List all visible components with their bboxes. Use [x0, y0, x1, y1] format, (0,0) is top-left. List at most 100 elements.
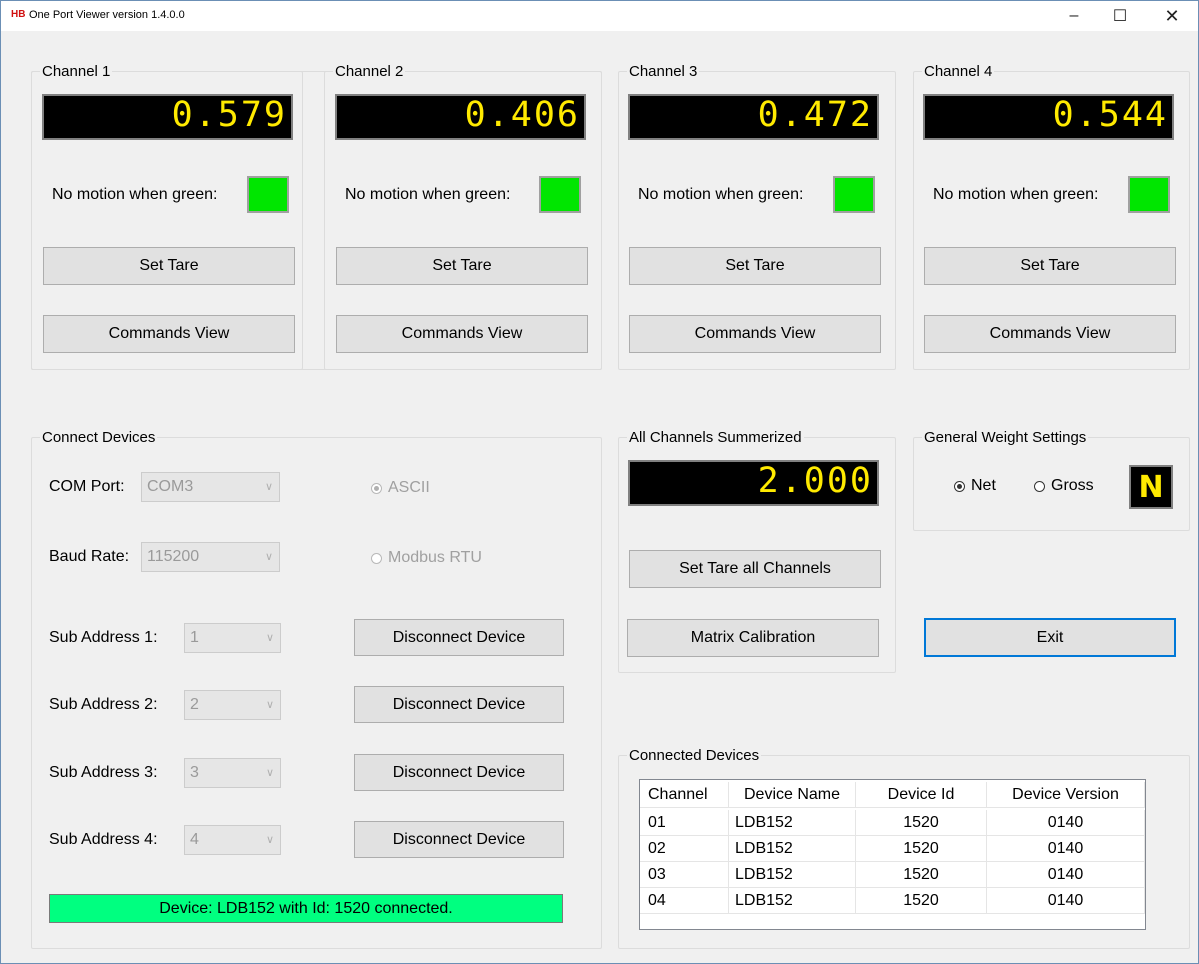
column-header[interactable]: Device Name	[729, 782, 856, 808]
channel-2-display: 0.406	[335, 94, 586, 140]
maximize-button[interactable]: ☐	[1097, 1, 1143, 31]
ascii-radio[interactable]: ASCII	[371, 479, 430, 497]
connect-devices-title: Connect Devices	[40, 429, 158, 447]
channel-1-set-tare-button[interactable]: Set Tare	[43, 247, 295, 285]
channel-3-display: 0.472	[628, 94, 879, 140]
channel-2-title: Channel 2	[333, 63, 406, 81]
table-cell: 01	[640, 810, 729, 836]
sub-address-4-label: Sub Address 4:	[49, 831, 158, 848]
table-cell: 0140	[987, 810, 1145, 836]
chevron-down-icon: ∨	[265, 767, 274, 779]
app-window: HB One Port Viewer version 1.4.0.0 – ☐ ✕…	[0, 0, 1199, 964]
table-cell: 1520	[856, 810, 987, 836]
gross-radio[interactable]: Gross	[1034, 477, 1094, 495]
sub-address-2-select[interactable]: 2 ∨	[184, 690, 281, 720]
sub-address-1-value: 1	[190, 629, 199, 646]
table-cell: 1520	[856, 862, 987, 888]
table-row[interactable]: 03 LDB152 1520 0140	[640, 862, 1145, 888]
sub-address-3-label: Sub Address 3:	[49, 764, 158, 781]
radio-unchecked-icon	[371, 552, 382, 564]
disconnect-device-2-button[interactable]: Disconnect Device	[354, 686, 564, 723]
minimize-icon: –	[1069, 7, 1079, 24]
weight-settings-title: General Weight Settings	[922, 429, 1089, 447]
channel-1-display: 0.579	[42, 94, 293, 140]
baud-rate-label: Baud Rate:	[49, 548, 130, 565]
radio-checked-icon	[954, 480, 965, 492]
channel-3-motion-indicator	[833, 176, 875, 213]
channel-4-motion-indicator	[1128, 176, 1170, 213]
channel-2-motion-indicator	[539, 176, 581, 213]
chevron-down-icon: ∨	[265, 834, 274, 846]
window-title: One Port Viewer version 1.4.0.0	[29, 9, 185, 21]
gross-label: Gross	[1051, 477, 1094, 494]
column-header[interactable]: Device Version	[987, 782, 1145, 808]
sub-address-2-label: Sub Address 2:	[49, 696, 158, 713]
summary-display: 2.000	[628, 460, 879, 506]
baud-rate-select[interactable]: 115200 ∨	[141, 542, 280, 572]
table-row[interactable]: 04 LDB152 1520 0140	[640, 888, 1145, 914]
table-cell: LDB152	[729, 810, 856, 836]
table-cell: LDB152	[729, 836, 856, 862]
sub-address-1-label: Sub Address 1:	[49, 629, 158, 646]
table-cell: 0140	[987, 888, 1145, 914]
set-tare-all-channels-button[interactable]: Set Tare all Channels	[629, 550, 881, 588]
column-header[interactable]: Channel	[640, 782, 729, 808]
table-cell: 1520	[856, 836, 987, 862]
channel-2-commands-view-button[interactable]: Commands View	[336, 315, 588, 353]
channel-4-display: 0.544	[923, 94, 1174, 140]
chevron-down-icon: ∨	[265, 699, 274, 711]
chevron-down-icon: ∨	[264, 551, 273, 563]
radio-checked-icon	[371, 482, 382, 494]
channel-1-motion-indicator	[247, 176, 289, 213]
modbus-rtu-radio[interactable]: Modbus RTU	[371, 549, 482, 567]
title-bar: HB One Port Viewer version 1.4.0.0 – ☐ ✕	[1, 1, 1198, 31]
minimize-button[interactable]: –	[1051, 1, 1097, 31]
connection-status-bar: Device: LDB152 with Id: 1520 connected.	[49, 894, 563, 923]
connected-devices-table[interactable]: Channel Device Name Device Id Device Ver…	[639, 779, 1146, 930]
sub-address-3-select[interactable]: 3 ∨	[184, 758, 281, 788]
channel-4-title: Channel 4	[922, 63, 995, 81]
net-radio[interactable]: Net	[954, 477, 996, 495]
exit-button[interactable]: Exit	[924, 618, 1176, 657]
sub-address-1-select[interactable]: 1 ∨	[184, 623, 281, 653]
disconnect-device-3-button[interactable]: Disconnect Device	[354, 754, 564, 791]
matrix-calibration-button[interactable]: Matrix Calibration	[627, 619, 879, 657]
close-button[interactable]: ✕	[1149, 1, 1195, 31]
table-cell: LDB152	[729, 862, 856, 888]
radio-unchecked-icon	[1034, 480, 1045, 492]
com-port-select[interactable]: COM3 ∨	[141, 472, 280, 502]
com-port-value: COM3	[147, 478, 194, 495]
table-row[interactable]: 01 LDB152 1520 0140	[640, 810, 1145, 836]
channel-3-motion-label: No motion when green:	[638, 186, 804, 203]
channel-3-set-tare-button[interactable]: Set Tare	[629, 247, 881, 285]
app-logo: HB	[11, 9, 26, 20]
ascii-label: ASCII	[388, 479, 430, 496]
sub-address-2-value: 2	[190, 696, 199, 713]
table-cell: LDB152	[729, 888, 856, 914]
disconnect-device-1-button[interactable]: Disconnect Device	[354, 619, 564, 656]
column-header[interactable]: Device Id	[856, 782, 987, 808]
disconnect-device-4-button[interactable]: Disconnect Device	[354, 821, 564, 858]
channel-1-title: Channel 1	[40, 63, 113, 81]
channel-3-commands-view-button[interactable]: Commands View	[629, 315, 881, 353]
sub-address-4-value: 4	[190, 831, 199, 848]
channel-2-motion-label: No motion when green:	[345, 186, 511, 203]
channel-3-title: Channel 3	[627, 63, 700, 81]
channel-4-set-tare-button[interactable]: Set Tare	[924, 247, 1176, 285]
channel-4-commands-view-button[interactable]: Commands View	[924, 315, 1176, 353]
table-cell: 0140	[987, 836, 1145, 862]
sub-address-4-select[interactable]: 4 ∨	[184, 825, 281, 855]
connected-devices-title: Connected Devices	[627, 747, 762, 765]
modbus-rtu-label: Modbus RTU	[388, 549, 482, 566]
sub-address-3-value: 3	[190, 764, 199, 781]
weight-mode-indicator: N	[1129, 465, 1173, 509]
table-header-row: Channel Device Name Device Id Device Ver…	[640, 782, 1145, 808]
channel-4-motion-label: No motion when green:	[933, 186, 1099, 203]
close-icon: ✕	[1164, 5, 1180, 26]
table-cell: 04	[640, 888, 729, 914]
table-row[interactable]: 02 LDB152 1520 0140	[640, 836, 1145, 862]
chevron-down-icon: ∨	[265, 632, 274, 644]
table-cell: 02	[640, 836, 729, 862]
channel-1-commands-view-button[interactable]: Commands View	[43, 315, 295, 353]
channel-2-set-tare-button[interactable]: Set Tare	[336, 247, 588, 285]
